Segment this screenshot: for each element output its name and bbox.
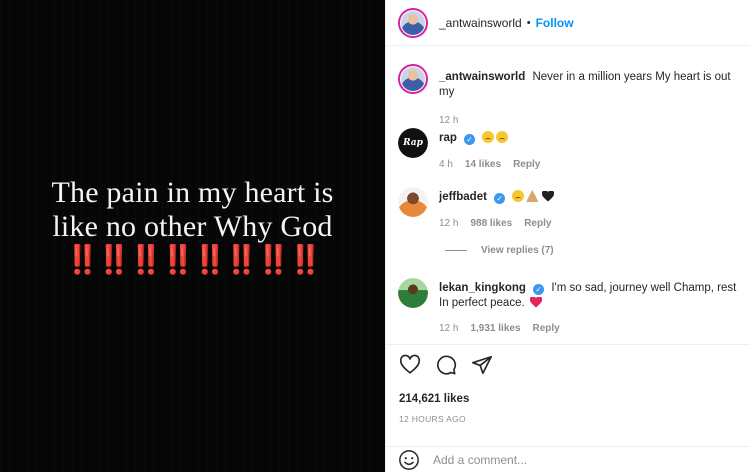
view-replies-label: View replies (7) <box>481 245 554 256</box>
comments-list[interactable]: _antwainsworld Never in a million years … <box>386 47 750 345</box>
post-image-text: The pain in my heart is like no other Wh… <box>0 176 385 276</box>
caption-avatar[interactable] <box>398 64 428 94</box>
post-header: _antwainsworld • Follow <box>386 0 750 46</box>
post-modal: The pain in my heart is like no other Wh… <box>0 0 750 472</box>
author-username[interactable]: _antwainsworld <box>439 16 522 30</box>
post-image[interactable]: The pain in my heart is like no other Wh… <box>0 0 385 472</box>
verified-icon: ✓ <box>533 284 545 295</box>
commenter-avatar[interactable]: Rap <box>398 128 428 158</box>
comment-username[interactable]: jeffbadet <box>439 191 487 203</box>
commenter-avatar[interactable] <box>398 278 428 308</box>
post-timestamp[interactable]: 12 HOURS AGO <box>399 414 466 424</box>
view-replies-button[interactable]: View replies (7) <box>445 245 554 256</box>
red-heart-emoji-icon <box>529 297 542 308</box>
author-avatar[interactable] <box>398 7 428 38</box>
comment-username[interactable]: lekan_kingkong <box>439 282 526 294</box>
emoji-icon[interactable] <box>398 449 420 471</box>
reply-button[interactable]: Reply <box>533 321 560 336</box>
verified-icon: ✓ <box>494 193 506 204</box>
sad-face-emoji-icon <box>512 190 525 202</box>
post-actions <box>399 354 493 376</box>
caption: _antwainsworld Never in a million years … <box>398 64 742 128</box>
comment-likes[interactable]: 1,931 likes <box>470 321 520 336</box>
reply-button[interactable]: Reply <box>524 216 551 231</box>
commenter-avatar[interactable] <box>398 187 428 217</box>
caption-time[interactable]: 12 h <box>439 113 458 128</box>
caption-username[interactable]: _antwainsworld <box>439 71 525 83</box>
comment-item: lekan_kingkong ✓ I'm so sad, journey wel… <box>398 278 742 336</box>
praying-hands-emoji-icon <box>526 190 539 202</box>
reply-button[interactable]: Reply <box>513 157 540 172</box>
post-sidebar: _antwainsworld • Follow _antwainsworld N… <box>385 0 750 472</box>
comment-time[interactable]: 12 h <box>439 216 458 231</box>
comment-item: jeffbadet ✓ 12 h 988 likes Reply <box>398 187 742 231</box>
comment-likes[interactable]: 988 likes <box>470 216 512 231</box>
post-image-line-1: The pain in my heart is <box>51 176 334 209</box>
sad-face-emoji-icon <box>496 131 509 143</box>
comment-likes[interactable]: 14 likes <box>465 157 501 172</box>
comment-item: Rap rap ✓ 4 h 14 likes Reply <box>398 128 742 172</box>
share-icon[interactable] <box>471 354 493 376</box>
separator-dot: • <box>526 16 531 29</box>
add-comment-bar <box>386 446 750 472</box>
comment-icon[interactable] <box>435 354 457 376</box>
black-heart-emoji-icon <box>542 191 555 202</box>
sad-face-emoji-icon <box>482 131 495 143</box>
post-image-exclamations: ‼️‼️‼️‼️‼️‼️‼️‼️ <box>65 245 323 276</box>
comment-time[interactable]: 4 h <box>439 157 453 172</box>
comment-time[interactable]: 12 h <box>439 321 458 336</box>
verified-icon: ✓ <box>464 134 476 145</box>
comment-username[interactable]: rap <box>439 132 457 144</box>
heart-icon[interactable] <box>399 354 421 376</box>
view-replies-line <box>445 250 467 251</box>
likes-count[interactable]: 214,621 likes <box>399 393 469 405</box>
comment-input[interactable] <box>433 452 713 467</box>
follow-button[interactable]: Follow <box>536 16 574 30</box>
post-image-line-2: like no other Why God <box>52 210 333 243</box>
